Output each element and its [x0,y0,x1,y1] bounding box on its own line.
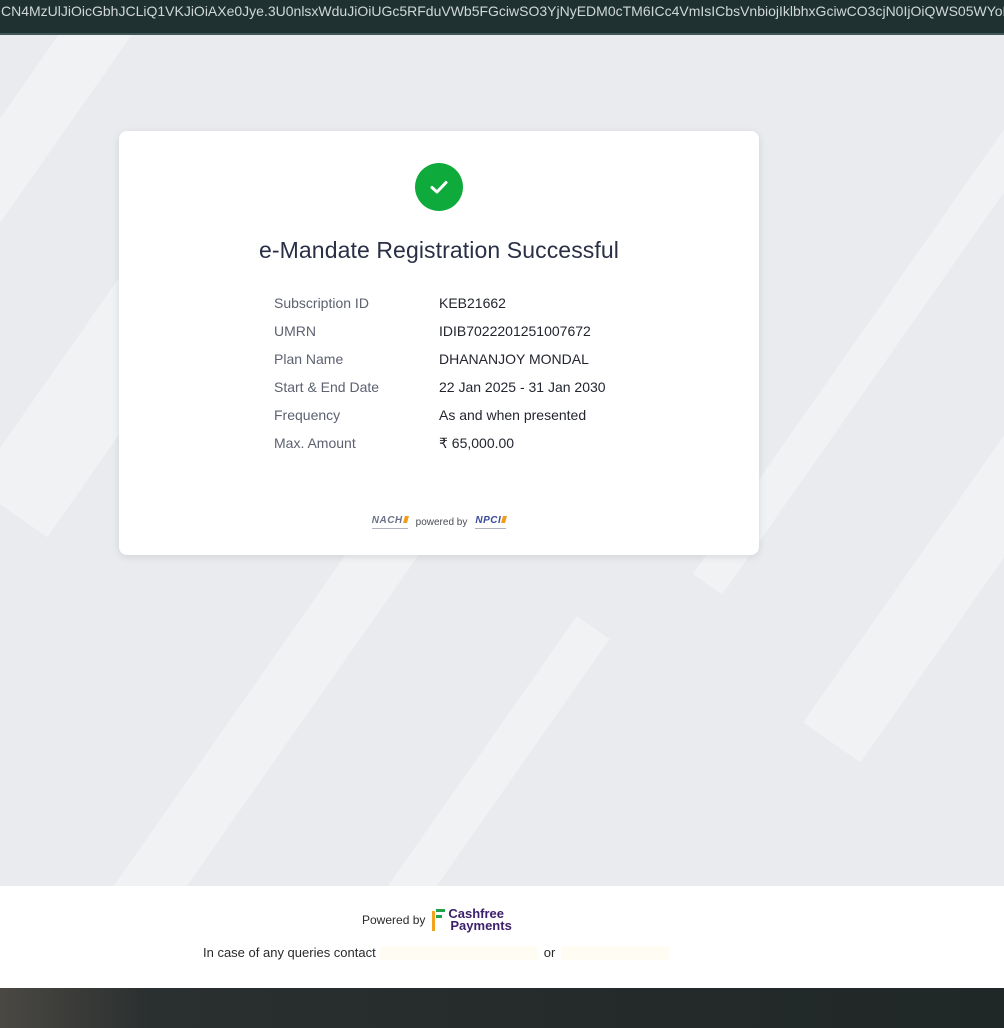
cashfree-logo[interactable]: Cashfree Payments [432,907,512,933]
checkmark-icon [430,181,448,194]
detail-value: As and when presented [439,407,587,423]
contact-phone-link[interactable] [561,945,670,960]
nach-logo: NACH [371,515,409,529]
detail-label: Max. Amount [274,435,356,451]
powered-by-label: Powered by [362,913,426,927]
contact-text: In case of any queries contact [203,945,376,960]
detail-value: ₹ 65,000.00 [439,434,515,451]
powered-by-text: powered by [415,516,468,528]
detail-row-max-amount: Max. Amount ₹ 65,000.00 [274,429,634,457]
detail-label: Subscription ID [274,295,369,311]
footer: Powered by Cashfree Payments In case of … [0,886,1004,988]
nach-logo-text: NACH [371,515,403,526]
check-circle-icon [415,163,463,211]
detail-row-frequency: Frequency As and when presented [274,401,634,429]
detail-label: Frequency [274,407,341,423]
page-title: e-Mandate Registration Successful [259,237,619,263]
token-text: JCN4MzUlJiOicGbhJCLiQ1VKJiOiAXe0Jye.3U0n… [0,3,1004,19]
bottom-bar [0,988,1004,1028]
detail-value: KEB21662 [439,295,506,311]
contact-or-text: or [543,945,556,960]
detail-label: Start & End Date [274,379,380,395]
detail-value: IDIB7022201251007672 [439,323,591,339]
detail-row-umrn: UMRN IDIB7022201251007672 [274,317,634,345]
contact-line: In case of any queries contact or [203,945,670,960]
contact-email-link[interactable] [379,945,538,960]
npci-logo: NPCI [475,515,508,529]
token-url-bar: JCN4MzUlJiOicGbhJCLiQ1VKJiOiAXe0Jye.3U0n… [0,0,1004,35]
cashfree-wordmark: Cashfree Payments [448,907,512,933]
background-stripe [370,616,610,886]
npci-logo-mark [501,516,508,523]
cashfree-mark-icon [432,909,446,931]
nach-npci-branding: NACH powered by NPCI [119,515,759,529]
detail-label: UMRN [274,323,316,339]
npci-logo-text: NPCI [475,515,502,526]
nach-logo-mark [402,516,409,523]
detail-row-subscription-id: Subscription ID KEB21662 [274,289,634,317]
detail-value: 22 Jan 2025 - 31 Jan 2030 [439,379,606,395]
detail-row-plan-name: Plan Name DHANANJOY MONDAL [274,345,634,373]
cashfree-wordmark-line2: Payments [450,918,512,933]
powered-by-cashfree: Powered by Cashfree Payments [362,907,512,933]
background-stripe [803,427,1004,763]
detail-label: Plan Name [274,351,344,367]
page: JCN4MzUlJiOicGbhJCLiQ1VKJiOiAXe0Jye.3U0n… [0,0,1004,1028]
detail-row-dates: Start & End Date 22 Jan 2025 - 31 Jan 20… [274,373,634,401]
mandate-details: Subscription ID KEB21662 UMRN IDIB702220… [274,289,634,457]
mandate-success-card: e-Mandate Registration Successful Subscr… [119,131,759,555]
detail-value: DHANANJOY MONDAL [439,351,589,367]
